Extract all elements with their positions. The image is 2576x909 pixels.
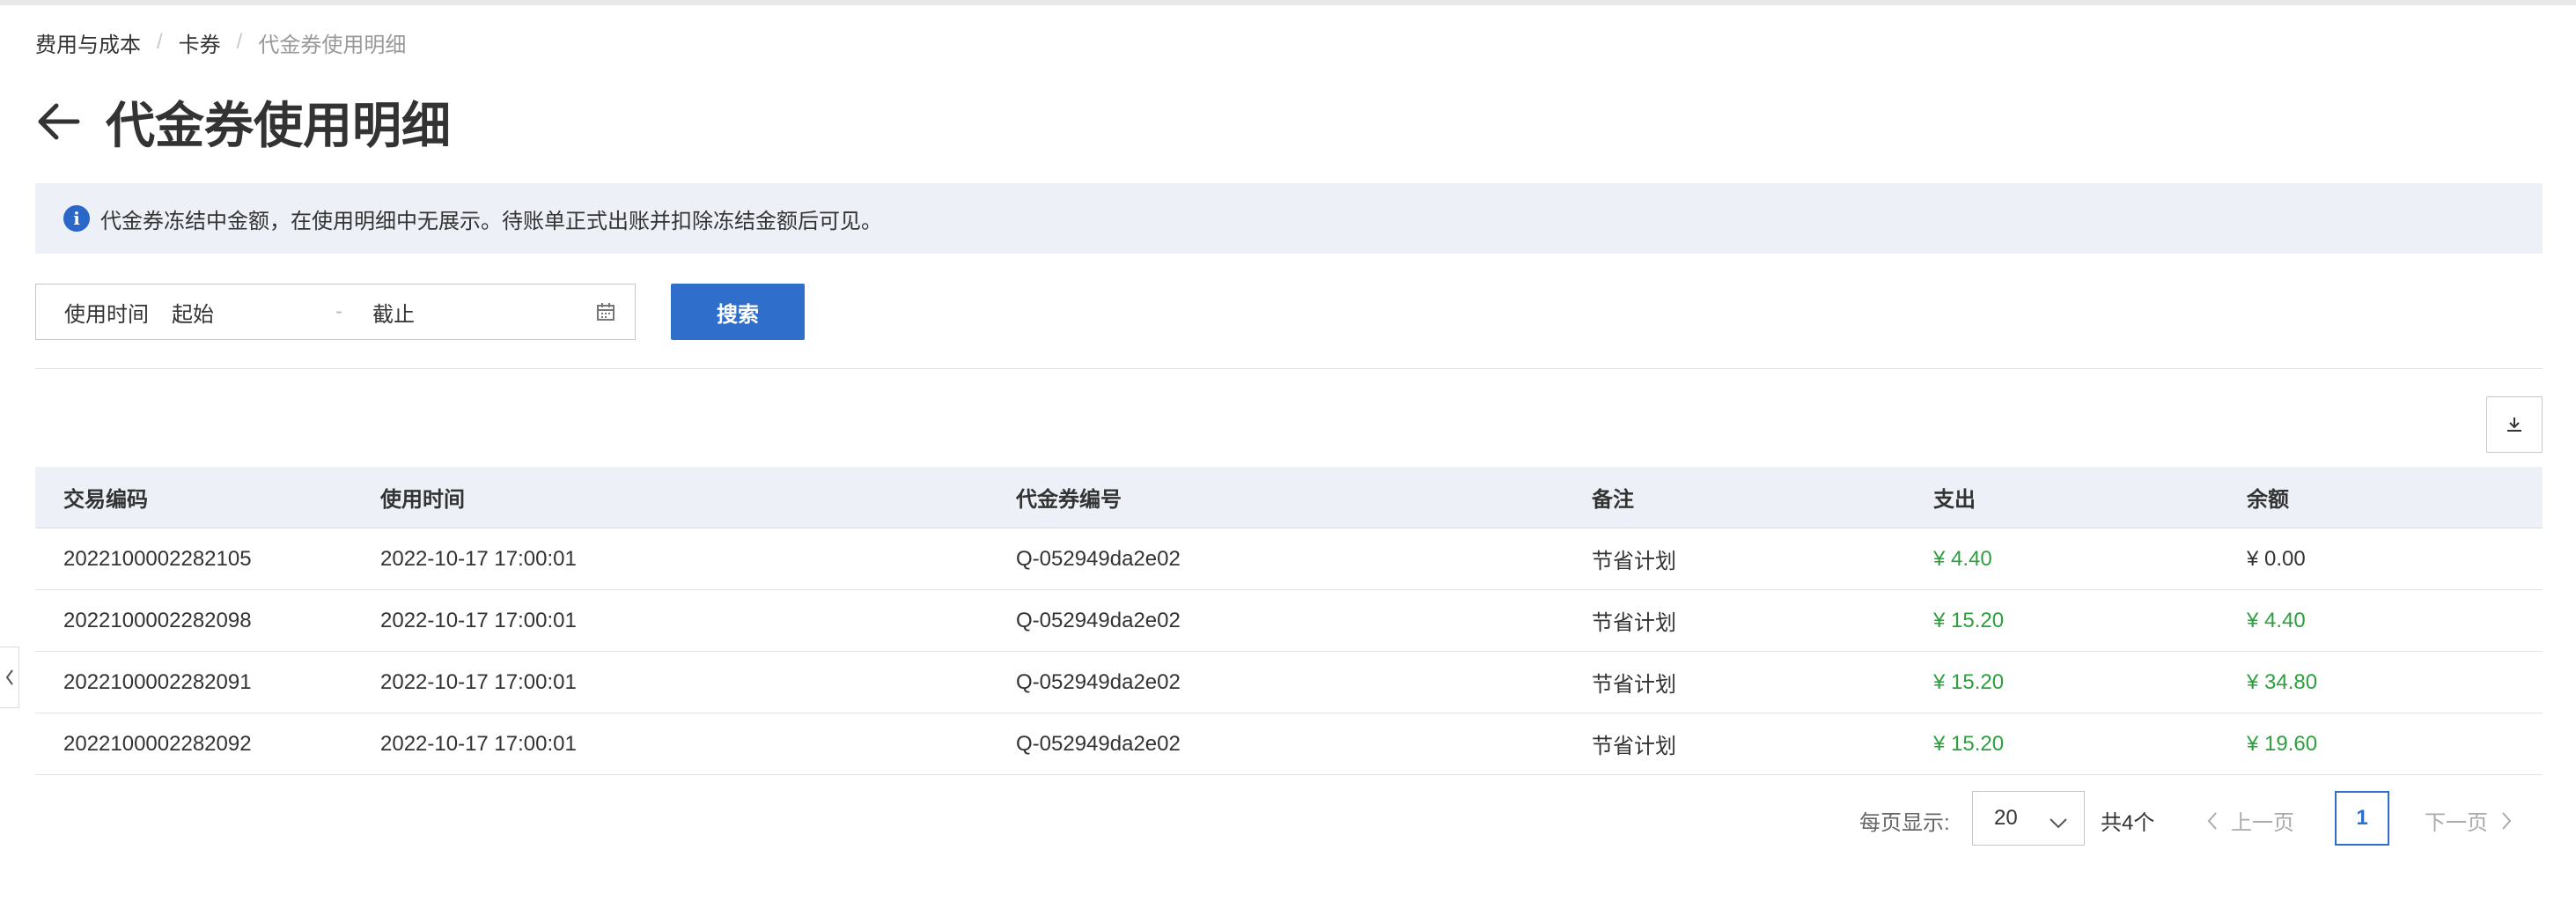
header-expense: 支出 (1933, 488, 1976, 512)
header-balance: 余额 (2247, 488, 2289, 512)
divider (35, 368, 2543, 369)
next-page-button[interactable]: 下一页 (2425, 805, 2513, 836)
cell-balance: ¥ 34.80 (2247, 669, 2318, 694)
cell-usage-time: 2022-10-17 17:00:01 (380, 669, 577, 694)
download-icon (2507, 418, 2521, 432)
calendar-icon[interactable] (596, 302, 615, 321)
breadcrumb-separator: / (157, 30, 163, 54)
chevron-right-icon (2502, 811, 2512, 830)
sidebar-collapse-toggle[interactable] (0, 647, 19, 708)
table-row: 2022100002282105 2022-10-17 17:00:01 Q-0… (35, 528, 2543, 590)
cell-voucher-id: Q-052949da2e02 (1016, 669, 1181, 694)
header-usage-time: 使用时间 (380, 488, 465, 512)
cell-transaction-code: 2022100002282098 (63, 608, 252, 632)
cell-expense: ¥ 15.20 (1933, 731, 2005, 756)
chevron-left-icon (5, 669, 13, 685)
info-notice: i 代金券冻结中金额，在使用明细中无展示。待账单正式出账并扣除冻结金额后可见。 (35, 183, 2543, 254)
download-button[interactable] (2486, 396, 2543, 453)
chevron-down-icon (2049, 811, 2068, 836)
page-size-select[interactable]: 20 (1972, 791, 2085, 846)
breadcrumb-separator: / (236, 30, 243, 54)
cell-transaction-code: 2022100002282091 (63, 669, 252, 694)
header-transaction-code: 交易编码 (63, 488, 148, 512)
cell-expense: ¥ 4.40 (1933, 546, 1992, 571)
date-range-picker[interactable]: 使用时间 起始 - 截止 (35, 284, 636, 340)
header-remark: 备注 (1592, 488, 1634, 512)
info-icon: i (63, 205, 90, 232)
end-date-input[interactable]: 截止 (372, 297, 601, 328)
table-row: 2022100002282098 2022-10-17 17:00:01 Q-0… (35, 590, 2543, 652)
top-border (0, 0, 2576, 5)
cell-remark: 节省计划 (1592, 735, 1676, 758)
cell-remark: 节省计划 (1592, 550, 1676, 573)
chevron-left-icon (2207, 811, 2217, 830)
date-separator: - (335, 299, 342, 323)
cell-balance: ¥ 4.40 (2247, 608, 2306, 632)
notice-text: 代金券冻结中金额，在使用明细中无展示。待账单正式出账并扣除冻结金额后可见。 (100, 209, 882, 233)
page-title: 代金券使用明细 (106, 97, 451, 153)
cell-usage-time: 2022-10-17 17:00:01 (380, 546, 577, 571)
cell-voucher-id: Q-052949da2e02 (1016, 731, 1181, 756)
date-range-label: 使用时间 (64, 302, 149, 327)
breadcrumb-item-cost[interactable]: 费用与成本 (35, 27, 141, 58)
start-date-input[interactable]: 起始 (172, 297, 335, 328)
page-number-current[interactable]: 1 (2335, 791, 2389, 846)
breadcrumb: 费用与成本 / 卡券 / 代金券使用明细 (35, 27, 407, 58)
title-row: 代金券使用明细 (35, 88, 451, 155)
cell-usage-time: 2022-10-17 17:00:01 (380, 731, 577, 756)
cell-transaction-code: 2022100002282105 (63, 546, 252, 571)
cell-balance: ¥ 0.00 (2247, 546, 2306, 571)
breadcrumb-item-coupons[interactable]: 卡券 (179, 27, 221, 58)
table-row: 2022100002282092 2022-10-17 17:00:01 Q-0… (35, 713, 2543, 775)
cell-expense: ¥ 15.20 (1933, 608, 2005, 632)
prev-page-label: 上一页 (2231, 811, 2294, 835)
table-row: 2022100002282091 2022-10-17 17:00:01 Q-0… (35, 652, 2543, 713)
cell-remark: 节省计划 (1592, 673, 1676, 697)
cell-voucher-id: Q-052949da2e02 (1016, 546, 1181, 571)
breadcrumb-item-current: 代金券使用明细 (258, 33, 407, 57)
search-button[interactable]: 搜索 (671, 284, 805, 340)
total-count: 共4个 (2101, 811, 2155, 835)
cell-balance: ¥ 19.60 (2247, 731, 2318, 756)
usage-table: 交易编码 使用时间 代金券编号 备注 支出 余额 202210000228210… (35, 467, 2543, 775)
page-size-label: 每页显示: (1859, 811, 1950, 835)
header-voucher-id: 代金券编号 (1016, 488, 1122, 512)
cell-expense: ¥ 15.20 (1933, 669, 2005, 694)
back-arrow-icon[interactable] (35, 99, 81, 144)
cell-voucher-id: Q-052949da2e02 (1016, 608, 1181, 632)
table-header: 交易编码 使用时间 代金券编号 备注 支出 余额 (35, 467, 2543, 528)
prev-page-button[interactable]: 上一页 (2206, 805, 2294, 836)
cell-transaction-code: 2022100002282092 (63, 731, 252, 756)
page-size-value: 20 (1994, 806, 2018, 830)
cell-remark: 节省计划 (1592, 611, 1676, 635)
cell-usage-time: 2022-10-17 17:00:01 (380, 608, 577, 632)
next-page-label: 下一页 (2425, 811, 2488, 835)
